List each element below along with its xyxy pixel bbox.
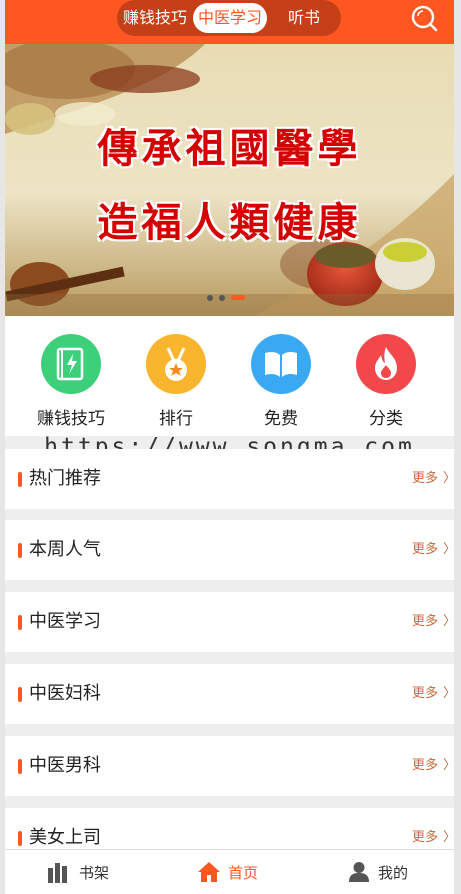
more-label: 更多 [411,686,438,701]
section-title: 本周人气 [29,539,101,560]
medal-icon [146,334,206,394]
quick-nav-label: 免费 [264,409,298,429]
section-accent-bar [18,759,22,774]
chevron-right-icon: 〉 [443,613,454,631]
more-link[interactable]: 更多〉 [411,685,454,703]
section-title: 热门推荐 [29,468,101,489]
carousel-indicator [207,294,267,302]
banner-headline-1: 傳承祖國醫學 [97,125,362,172]
top-header: 赚钱技巧 中医学习 听书 [5,0,454,44]
section-tcm-study: 中医学习 更多〉 [5,592,454,652]
section-title: 美女上司 [29,827,101,848]
home-icon [198,862,220,882]
more-link[interactable]: 更多〉 [411,757,454,775]
bottom-tab-bar: 书架 首页 我的 [5,849,454,894]
more-link[interactable]: 更多〉 [411,829,454,847]
quick-nav-free[interactable]: 免费 [236,334,326,429]
quick-nav: 赚钱技巧 排行 免费 分类 [5,316,454,436]
search-icon[interactable] [410,4,438,32]
more-link[interactable]: 更多〉 [411,541,454,559]
section-accent-bar [18,831,22,846]
quick-nav-category[interactable]: 分类 [341,334,431,429]
tab-audiobook[interactable]: 听书 [269,3,339,33]
section-title: 中医男科 [29,755,101,776]
banner-headline-2: 造福人類健康 [97,199,362,246]
section-accent-bar [18,543,22,558]
section-title: 中医学习 [29,611,101,632]
chevron-right-icon: 〉 [443,757,454,775]
more-label: 更多 [411,471,438,486]
section-accent-bar [18,615,22,630]
app-page: 赚钱技巧 中医学习 听书 傳承祖國醫學 造福人類健康 赚钱技巧 排行 免费 分类… [5,0,454,894]
open-book-icon [251,334,311,394]
section-accent-bar [18,687,22,702]
section-tcm-gynecology: 中医妇科 更多〉 [5,664,454,724]
bookshelf-icon [48,863,67,883]
tab-label: 我的 [378,864,409,882]
quick-nav-label: 赚钱技巧 [37,409,105,429]
carousel-dot[interactable] [219,295,225,301]
more-link[interactable]: 更多〉 [411,613,454,631]
tab-profile[interactable]: 我的 [305,850,454,894]
section-tcm-andrology: 中医男科 更多〉 [5,736,454,796]
chevron-right-icon: 〉 [443,541,454,559]
quick-nav-ranking[interactable]: 排行 [131,334,221,429]
more-label: 更多 [411,542,438,557]
user-icon [349,862,369,882]
tab-home[interactable]: 首页 [155,850,305,894]
more-label: 更多 [411,830,438,845]
more-link[interactable]: 更多〉 [411,470,454,488]
tab-bookshelf[interactable]: 书架 [5,850,155,894]
section-hot-recommend: 热门推荐 更多〉 [5,449,454,509]
section-weekly-popular: 本周人气 更多〉 [5,520,454,580]
category-switcher: 赚钱技巧 中医学习 听书 [117,0,341,36]
carousel-dot[interactable] [207,295,213,301]
more-label: 更多 [411,614,438,629]
banner-image [5,44,454,316]
chevron-right-icon: 〉 [443,470,454,488]
section-title: 中医妇科 [29,683,101,704]
carousel-dot-active[interactable] [231,295,245,300]
quick-nav-money-tips[interactable]: 赚钱技巧 [26,334,116,429]
flame-icon [356,334,416,394]
book-lightning-icon [41,334,101,394]
more-label: 更多 [411,758,438,773]
chevron-right-icon: 〉 [443,829,454,847]
tab-money-tips[interactable]: 赚钱技巧 [119,3,191,33]
promo-banner[interactable]: 傳承祖國醫學 造福人類健康 [5,44,454,316]
chevron-right-icon: 〉 [443,685,454,703]
quick-nav-label: 分类 [369,409,403,429]
tab-label: 书架 [79,864,110,882]
quick-nav-label: 排行 [159,409,193,429]
tab-tcm-study[interactable]: 中医学习 [193,3,267,33]
tab-label: 首页 [228,864,259,882]
section-accent-bar [18,472,22,487]
